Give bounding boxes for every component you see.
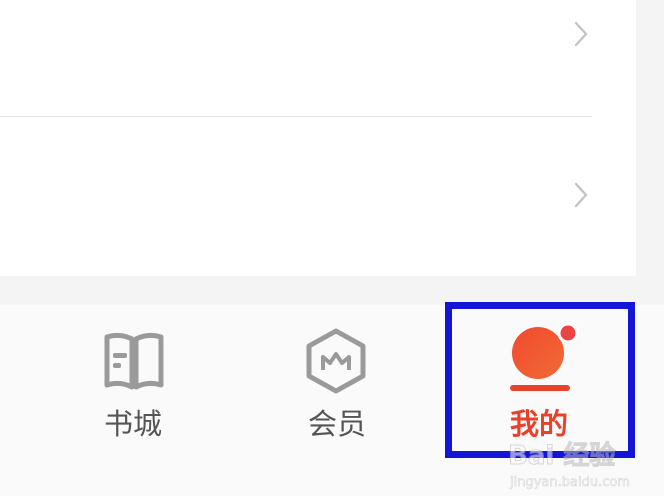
settings-list (0, 0, 636, 276)
tab-bookstore-label: 书城 (104, 407, 163, 441)
list-item[interactable] (0, 117, 636, 276)
baidu-jingyan-watermark: Bai 经验 jingyan.baidu.com (508, 440, 631, 491)
chevron-right-icon (574, 182, 588, 208)
profile-dot-icon (510, 322, 579, 391)
crown-hexagon-icon (306, 328, 366, 394)
tab-member-label: 会员 (308, 407, 367, 441)
tab-member[interactable]: 会员 (260, 305, 410, 460)
watermark-url: jingyan.baidu.com (509, 475, 630, 490)
book-icon (104, 332, 164, 390)
tab-bookstore[interactable]: 书城 (60, 305, 210, 460)
watermark-brand: Bai 经验 (508, 440, 615, 471)
chevron-right-icon (574, 21, 588, 47)
list-item[interactable] (0, 0, 636, 116)
app-screen: 书城 会员 我的 Bai 经验 jingyan.baidu.com (0, 0, 664, 496)
